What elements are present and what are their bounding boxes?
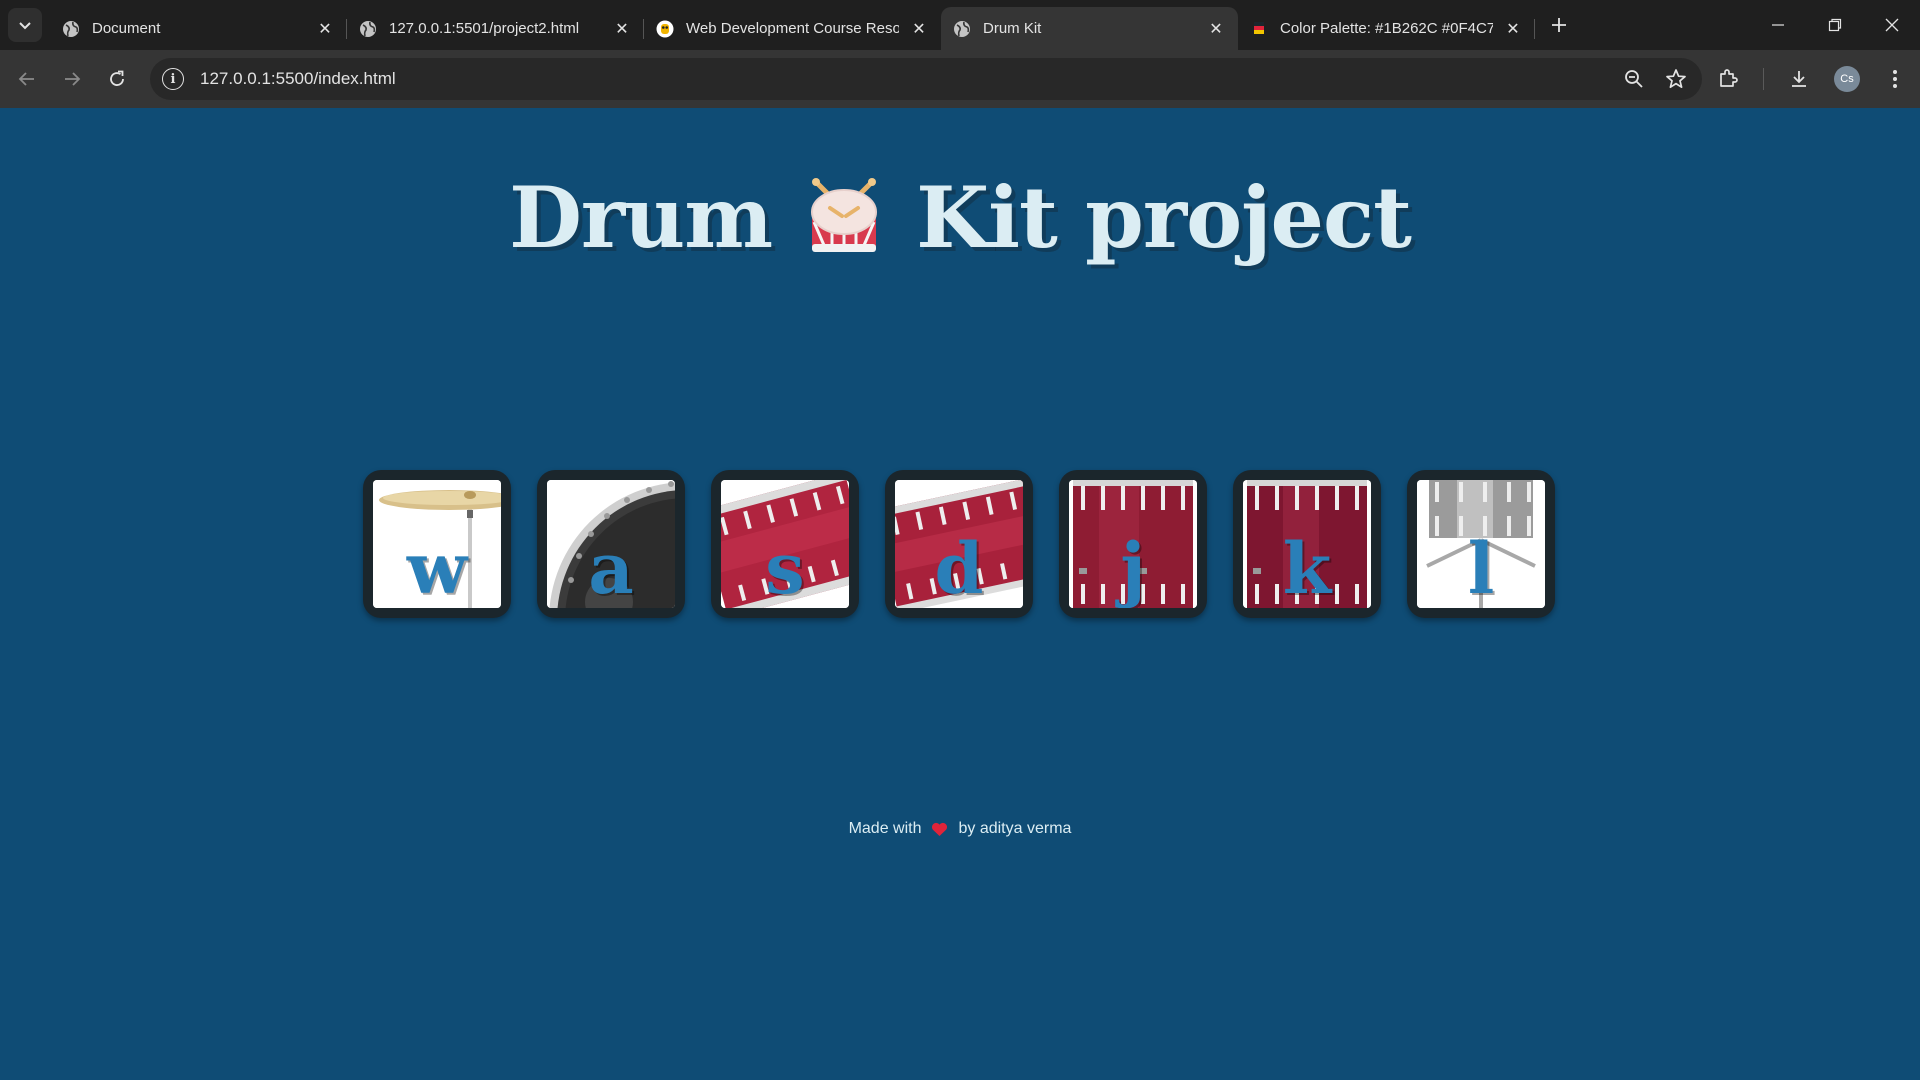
page-body: Drum Kit project w a s d j k l Made with… — [0, 108, 1920, 1078]
drum-key-letter: l — [1467, 527, 1495, 608]
address-bar[interactable]: i 127.0.0.1:5500/index.html — [150, 58, 1702, 100]
window-controls — [1749, 0, 1920, 50]
minimize-button[interactable] — [1749, 0, 1806, 50]
tab-web-dev-course[interactable]: Web Development Course Reso ✕ — [644, 7, 941, 50]
close-icon[interactable]: ✕ — [1503, 19, 1523, 39]
heart-icon — [932, 822, 948, 836]
drum-button-j[interactable]: j — [1059, 470, 1207, 618]
profile-avatar[interactable]: Cs — [1834, 66, 1860, 92]
menu-dots-icon[interactable] — [1882, 66, 1908, 92]
drum-button-l[interactable]: l — [1407, 470, 1555, 618]
tab-project2[interactable]: 127.0.0.1:5501/project2.html ✕ — [347, 7, 644, 50]
tab-color-palette[interactable]: Color Palette: #1B262C #0F4C7 ✕ — [1238, 7, 1535, 50]
close-icon[interactable]: ✕ — [909, 19, 929, 39]
tab-title: Drum Kit — [983, 20, 1042, 37]
page-title: Drum Kit project — [0, 168, 1920, 267]
restore-button[interactable] — [1806, 0, 1863, 50]
close-icon[interactable]: ✕ — [612, 19, 632, 39]
tab-drum-kit[interactable]: Drum Kit ✕ — [941, 7, 1238, 50]
globe-icon — [359, 20, 377, 38]
chevron-down-icon — [19, 22, 31, 30]
toolbar-divider — [1763, 68, 1764, 90]
tom-3-image: k — [1243, 480, 1371, 608]
page-footer: Made with by aditya verma — [0, 820, 1920, 838]
globe-icon — [62, 20, 80, 38]
extensions-icon[interactable] — [1715, 66, 1741, 92]
reload-icon — [110, 70, 124, 86]
toolbar-actions: Cs — [1715, 50, 1908, 108]
footer-suffix: by aditya verma — [958, 820, 1072, 837]
back-button[interactable] — [9, 61, 45, 97]
drum-key-letter: a — [588, 527, 634, 608]
drum-button-s[interactable]: s — [711, 470, 859, 618]
kick-drum-image: a — [547, 480, 675, 608]
owl-icon — [656, 20, 674, 38]
tab-separator — [1534, 19, 1535, 39]
close-icon[interactable]: ✕ — [1206, 19, 1226, 39]
tab-title: 127.0.0.1:5501/project2.html — [389, 20, 580, 37]
tab-title: Document — [92, 20, 161, 37]
drum-key-letter: j — [1120, 527, 1146, 608]
tom-2-image: j — [1069, 480, 1197, 608]
plus-icon — [1552, 18, 1566, 32]
url-text[interactable]: 127.0.0.1:5500/index.html — [200, 69, 396, 89]
drum-set: w a s d j k l — [363, 470, 1555, 618]
drum-icon — [811, 177, 878, 252]
arrow-right-icon — [65, 72, 81, 86]
drum-key-letter: s — [765, 527, 805, 608]
minimize-icon — [1771, 24, 1784, 26]
new-tab-button[interactable] — [1541, 7, 1577, 43]
tab-title: Color Palette: #1B262C #0F4C7 — [1280, 20, 1493, 37]
snare-drum-image: s — [721, 480, 849, 608]
tabs: Document ✕ 127.0.0.1:5501/project2.html … — [50, 7, 1577, 50]
restore-icon — [1828, 18, 1841, 32]
drum-button-k[interactable]: k — [1233, 470, 1381, 618]
tab-title: Web Development Course Reso — [686, 20, 899, 37]
close-icon[interactable]: ✕ — [315, 19, 335, 39]
browser-toolbar: i 127.0.0.1:5500/index.html Cs — [0, 50, 1920, 108]
tom-1-image: d — [895, 480, 1023, 608]
download-icon[interactable] — [1786, 66, 1812, 92]
info-icon[interactable]: i — [162, 68, 184, 90]
drum-key-letter: k — [1282, 527, 1332, 608]
arrow-left-icon — [18, 72, 34, 86]
reload-button[interactable] — [99, 61, 135, 97]
bookmark-star-icon[interactable] — [1664, 67, 1688, 91]
tab-strip: Document ✕ 127.0.0.1:5501/project2.html … — [0, 0, 1920, 50]
omnibox-actions — [1622, 58, 1688, 100]
tom-4-image: l — [1417, 480, 1545, 608]
footer-prefix: Made with — [848, 820, 922, 837]
drum-key-letter: d — [934, 527, 984, 608]
drum-button-a[interactable]: a — [537, 470, 685, 618]
palette-icon — [1250, 20, 1268, 38]
title-right: Kit project — [916, 168, 1412, 267]
drum-key-letter: w — [406, 527, 468, 608]
tab-document[interactable]: Document ✕ — [50, 7, 347, 50]
drum-button-w[interactable]: w — [363, 470, 511, 618]
title-left: Drum — [509, 168, 773, 267]
zoom-icon[interactable] — [1622, 67, 1646, 91]
forward-button[interactable] — [54, 61, 90, 97]
close-icon — [1885, 18, 1898, 32]
crash-cymbal-image: w — [373, 480, 501, 608]
tab-search-button[interactable] — [8, 8, 42, 42]
globe-icon — [953, 20, 971, 38]
drum-button-d[interactable]: d — [885, 470, 1033, 618]
close-window-button[interactable] — [1863, 0, 1920, 50]
